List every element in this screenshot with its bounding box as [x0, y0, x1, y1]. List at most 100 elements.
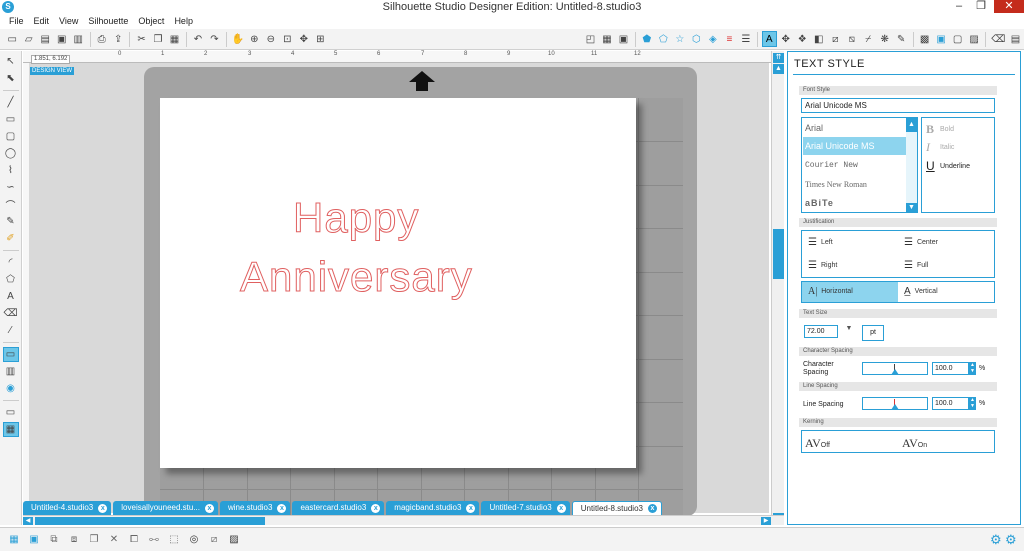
close-window-button[interactable]: ✕ [994, 0, 1024, 13]
vertical-scroll-thumb[interactable] [773, 229, 784, 279]
library-icon[interactable]: ▤ [38, 31, 53, 47]
rhinestone-icon[interactable]: ❋ [878, 31, 893, 47]
tab-magicband[interactable]: magicband.studio3 x [386, 501, 480, 515]
horizontal-scrollbar[interactable]: ◀ ▶ [23, 515, 784, 525]
tab-close-icon[interactable]: x [277, 503, 287, 513]
align-center-option[interactable]: ☰ Center [904, 237, 938, 248]
font-list-scrollbar[interactable] [906, 118, 917, 212]
rounded-rectangle-tool-icon[interactable]: ▢ [3, 129, 19, 144]
text-size-input[interactable]: 72.00 [804, 325, 838, 338]
rectangle-tool-icon[interactable]: ▭ [3, 112, 19, 127]
vertical-scrollbar[interactable]: ⇈ ▲ ▼ [771, 51, 784, 525]
slider-knob[interactable] [891, 369, 899, 375]
split-window-icon[interactable]: ▦ [2, 422, 19, 437]
modify-icon[interactable]: ◧ [812, 31, 827, 47]
paste-icon[interactable]: ▦ [167, 31, 182, 47]
fill-shortcut-icon[interactable]: ▨ [226, 532, 242, 548]
ellipse-tool-icon[interactable]: ◯ [3, 146, 19, 161]
tab-untitled-4[interactable]: Untitled-4.studio3 x [23, 501, 112, 515]
page-settings-icon[interactable]: ◰ [583, 31, 598, 47]
gear-icon[interactable]: ⚙ [990, 532, 1002, 548]
scroll-up-icon[interactable]: ▲ [773, 64, 784, 74]
zoom-out-icon[interactable]: ⊖ [264, 31, 279, 47]
scroll-top-icon[interactable]: ⇈ [773, 53, 784, 63]
arc-tool-icon[interactable]: ⌒ [3, 197, 19, 212]
tab-close-icon[interactable]: x [647, 504, 657, 513]
line-weight-icon[interactable]: ☰ [739, 31, 754, 47]
send-icon[interactable]: ⇪ [111, 31, 126, 47]
line-spacing-stepper[interactable]: ▲ ▼ [969, 397, 976, 410]
font-search-input[interactable]: Arial Unicode MS [801, 98, 995, 113]
cut-icon[interactable]: ✂ [134, 31, 149, 47]
line-tool-icon[interactable]: ╱ [3, 95, 19, 110]
char-spacing-input[interactable]: 100.0 [932, 362, 969, 375]
freehand-tool-icon[interactable]: ✎ [3, 214, 19, 229]
gradient-icon[interactable]: ⬡ [689, 31, 704, 47]
scroll-left-icon[interactable]: ◀ [23, 517, 33, 525]
text-object-happy[interactable]: Happy [292, 194, 419, 241]
char-spacing-stepper[interactable]: ▲ ▼ [969, 362, 976, 375]
tab-untitled-7[interactable]: Untitled-7.studio3 x [481, 501, 570, 515]
weld-icon[interactable]: ⬚ [166, 532, 182, 548]
tab-close-icon[interactable]: x [371, 503, 381, 513]
open-file-icon[interactable]: ▱ [22, 31, 37, 47]
page-view-icon[interactable]: ▭ [2, 347, 19, 362]
orientation-horizontal-option[interactable]: A| Horizontal [808, 286, 853, 297]
trace-icon[interactable]: ⧅ [845, 31, 860, 47]
knife-tool-icon[interactable]: ⁄ [3, 323, 19, 338]
delete-icon[interactable]: ✕ [106, 532, 122, 548]
offset-icon[interactable]: ⧄ [828, 31, 843, 47]
font-list-scroll-up-icon[interactable]: ▲ [906, 118, 917, 132]
fill-color-icon[interactable]: ⬟ [640, 31, 655, 47]
store-icon[interactable]: ▩ [917, 31, 932, 47]
kerning-off-option[interactable]: AVOff [805, 436, 830, 451]
library-panel-icon[interactable]: ▣ [934, 31, 949, 47]
font-item-arial-unicode[interactable]: Arial Unicode MS [805, 140, 875, 152]
zoom-box-icon[interactable]: ⊡ [280, 31, 295, 47]
underline-option[interactable]: U Underline [926, 159, 970, 173]
tab-close-icon[interactable]: x [98, 503, 108, 513]
zoom-in-icon[interactable]: ⊕ [247, 31, 262, 47]
text-tool-icon[interactable]: A [3, 289, 19, 304]
design-view-icon[interactable]: ▤ [1008, 31, 1023, 47]
replicate-icon[interactable]: ❖ [795, 31, 810, 47]
grid-icon[interactable]: ▦ [600, 31, 615, 47]
release-compound-path-icon[interactable]: ⧈ [66, 532, 82, 548]
align-left-option[interactable]: ☰ Left [808, 237, 833, 248]
registration-icon[interactable]: ▣ [616, 31, 631, 47]
maximize-button[interactable]: ❐ [972, 0, 990, 13]
menu-file[interactable]: File [4, 14, 29, 29]
redo-icon[interactable]: ↷ [207, 31, 222, 47]
text-object-anniversary[interactable]: Anniversary [240, 253, 473, 300]
orientation-vertical-option[interactable]: A̲ Vertical [904, 286, 938, 297]
align-right-option[interactable]: ☰ Right [808, 260, 837, 271]
chevron-down-icon[interactable]: ▼ [840, 325, 858, 338]
tab-close-icon[interactable]: x [556, 503, 566, 513]
trace-shortcut-icon[interactable]: ⧄ [206, 532, 222, 548]
char-spacing-slider[interactable] [862, 362, 928, 375]
menu-help[interactable]: Help [169, 14, 198, 29]
eraser-tool-icon[interactable]: ⌫ [3, 306, 19, 321]
drag-zoom-icon[interactable]: ✥ [297, 31, 312, 47]
fit-page-icon[interactable]: ⊞ [313, 31, 328, 47]
slider-knob[interactable] [891, 404, 899, 410]
text-style-icon[interactable]: A [762, 31, 777, 47]
pan-icon[interactable]: ✋ [231, 31, 246, 47]
menu-edit[interactable]: Edit [29, 14, 55, 29]
send-backward-icon[interactable]: ⧟ [146, 532, 162, 548]
font-item-courier[interactable]: Courier New [805, 160, 858, 172]
tab-untitled-8[interactable]: Untitled-8.studio3 x [571, 501, 662, 515]
bring-forward-icon[interactable]: ⧠ [126, 532, 142, 548]
smooth-freehand-icon[interactable]: ✐ [3, 231, 19, 246]
undo-icon[interactable]: ↶ [191, 31, 206, 47]
font-item-abite[interactable]: aBiTe [805, 197, 834, 209]
scroll-right-icon[interactable]: ▶ [761, 517, 771, 525]
ungroup-icon[interactable]: ▣ [26, 532, 42, 548]
line-style-icon[interactable]: ≡ [722, 31, 737, 47]
duplicate-icon[interactable]: ❐ [86, 532, 102, 548]
line-color-icon[interactable]: ⬠ [656, 31, 671, 47]
transform-icon[interactable]: ✥ [779, 31, 794, 47]
italic-option[interactable]: I Italic [926, 140, 954, 155]
store-view-icon[interactable]: ◉ [3, 381, 19, 396]
eraser-icon[interactable]: ⌫ [990, 31, 1006, 47]
